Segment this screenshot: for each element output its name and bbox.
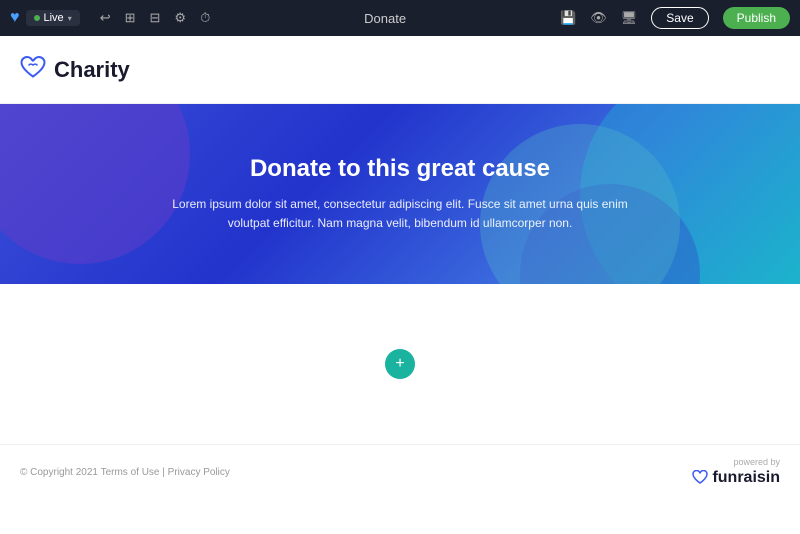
heart-logo-icon: ♥ bbox=[10, 9, 20, 27]
funraisin-heart-icon bbox=[692, 470, 708, 487]
history-icon[interactable]: ⏱ bbox=[200, 10, 210, 26]
funraisin-logo: funraisin bbox=[692, 469, 780, 487]
privacy-link[interactable]: Privacy Policy bbox=[168, 467, 230, 478]
save-cloud-icon[interactable]: 💾 bbox=[560, 10, 576, 26]
settings-icon[interactable]: ⚙ bbox=[174, 10, 186, 26]
hero-title: Donate to this great cause bbox=[150, 155, 650, 183]
layout-icon[interactable]: ⊟ bbox=[150, 10, 161, 26]
footer-copyright: © Copyright 2021 Terms of Use | Privacy … bbox=[20, 467, 230, 478]
chevron-down-icon: ▾ bbox=[68, 14, 72, 23]
publish-button[interactable]: Publish bbox=[723, 7, 790, 29]
site-logo: Charity bbox=[20, 56, 130, 84]
top-bar-center: Donate bbox=[210, 11, 560, 26]
content-area: + bbox=[0, 284, 800, 444]
top-bar-right: 💾 👁 🖥 Save Publish bbox=[560, 7, 790, 29]
logo-heart-icon bbox=[20, 56, 46, 84]
site-footer: © Copyright 2021 Terms of Use | Privacy … bbox=[0, 444, 800, 499]
undo-icon[interactable]: ↩ bbox=[100, 10, 111, 26]
image-icon[interactable]: ⊞ bbox=[125, 10, 136, 26]
powered-label: powered by bbox=[733, 457, 780, 467]
live-badge[interactable]: Live ▾ bbox=[26, 10, 80, 26]
top-bar-right-icons: 💾 👁 🖥 bbox=[560, 10, 637, 26]
live-dot bbox=[34, 15, 40, 21]
live-label: Live bbox=[44, 12, 64, 24]
preview-icon[interactable]: 👁 bbox=[590, 10, 607, 26]
top-bar-left: ♥ Live ▾ ↩ ⊞ ⊟ ⚙ ⏱ bbox=[10, 9, 210, 27]
save-button[interactable]: Save bbox=[651, 7, 708, 29]
top-bar-icons: ↩ ⊞ ⊟ ⚙ ⏱ bbox=[100, 10, 211, 26]
hero-content: Donate to this great cause Lorem ipsum d… bbox=[110, 155, 690, 233]
terms-link[interactable]: Terms of Use bbox=[101, 467, 160, 478]
hero-section: Donate to this great cause Lorem ipsum d… bbox=[0, 104, 800, 284]
top-bar: ♥ Live ▾ ↩ ⊞ ⊟ ⚙ ⏱ Donate 💾 👁 🖥 Save Pub… bbox=[0, 0, 800, 36]
funraisin-text: funraisin bbox=[712, 469, 780, 487]
site-header: Charity bbox=[0, 36, 800, 104]
copyright-text: © Copyright 2021 bbox=[20, 467, 98, 478]
add-section-button[interactable]: + bbox=[385, 349, 415, 379]
hero-subtitle: Lorem ipsum dolor sit amet, consectetur … bbox=[150, 195, 650, 233]
footer-powered: powered by funraisin bbox=[692, 457, 780, 487]
desktop-icon[interactable]: 🖥 bbox=[621, 10, 638, 26]
center-link[interactable]: Donate bbox=[364, 11, 406, 26]
site-logo-text: Charity bbox=[54, 57, 130, 83]
